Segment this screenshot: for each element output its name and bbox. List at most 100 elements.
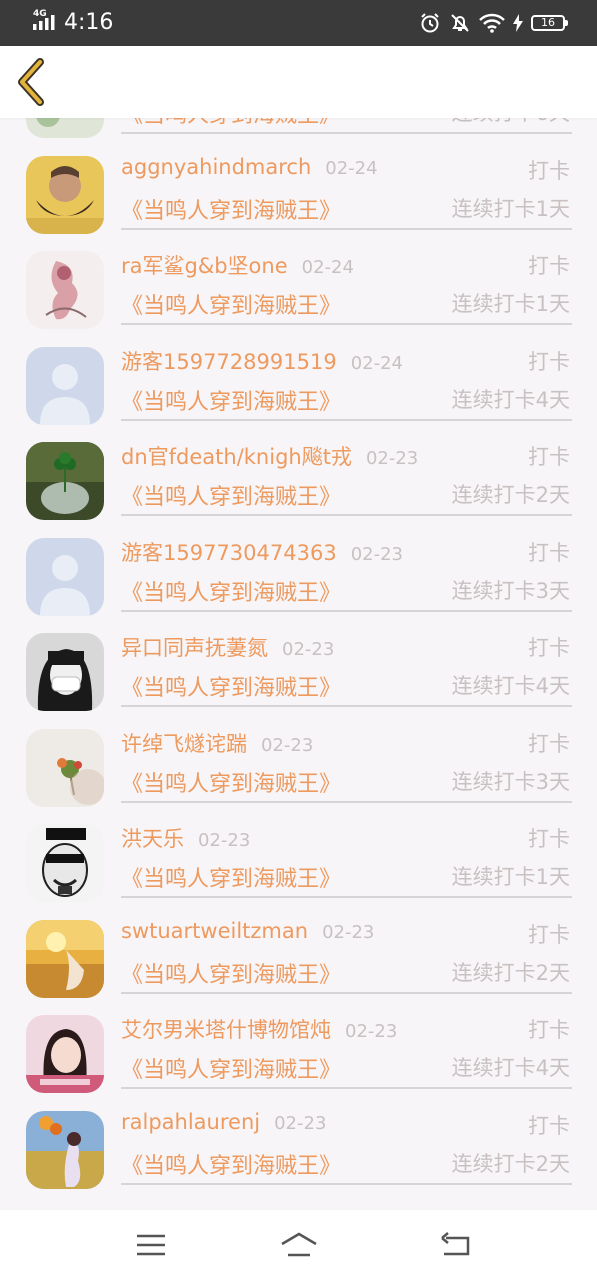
username-text: dn官fdeath/knigh飚t戎 xyxy=(121,445,352,469)
avatar[interactable] xyxy=(26,919,104,998)
checkin-row[interactable]: 游客1597728991519 02-24 打卡《当鸣人穿到海贼王》 连续打卡4天 xyxy=(0,334,597,430)
checkin-label: 打卡 xyxy=(528,636,570,660)
streak-count: 连续打卡2天 xyxy=(451,483,570,507)
book-title[interactable]: 《当鸣人穿到海贼王》 xyxy=(121,193,341,225)
checkin-row[interactable]: ra军鲨g&b坚one 02-24 打卡 《当鸣人穿到海贼王》 连续打卡1天 xyxy=(0,238,597,334)
book-title[interactable]: 《当鸣人穿到海贼王》 xyxy=(121,479,341,511)
username[interactable]: 洪天乐 02-23 xyxy=(121,823,250,853)
username[interactable]: ralpahlaurenj 02-23 xyxy=(121,1110,326,1134)
row-divider xyxy=(121,896,572,898)
avatar[interactable] xyxy=(26,633,104,711)
username[interactable]: swtuartweiltzman 02-23 xyxy=(121,919,374,943)
checkin-date: 02-24 xyxy=(325,157,378,179)
username[interactable]: 游客1597728991519 02-24 xyxy=(121,346,403,376)
row-divider xyxy=(121,991,572,994)
checkin-date: 02-23 xyxy=(282,639,335,660)
checkin-date: 02-23 xyxy=(274,1112,327,1134)
checkin-list[interactable]: 《当鸣人穿到海贼王》连续打卡6天aggnyahindmarch02-24打卡《当… xyxy=(0,118,597,1210)
streak-count: 连续打卡2天 xyxy=(451,960,570,985)
battery-icon: 16 xyxy=(531,15,568,31)
row-divider xyxy=(121,514,572,516)
username-text: aggnyahindmarch xyxy=(121,154,312,179)
username[interactable]: 艾尔男米塔什博物馆炖 02-23 xyxy=(121,1014,397,1044)
row-divider xyxy=(121,705,572,707)
checkin-row[interactable]: ralpahlaurenj 02-23 打卡 《当鸣人穿到海贼王》 连续打卡2天 xyxy=(0,1098,597,1194)
checkin-label: 打卡 xyxy=(528,254,570,278)
back-chevron-icon[interactable] xyxy=(10,56,54,108)
avatar[interactable] xyxy=(26,346,104,425)
checkin-date: 02-24 xyxy=(301,257,354,278)
checkin-row[interactable]: aggnyahindmarch 02-24 打卡 《当鸣人穿到海贼王》 连续打卡1天 xyxy=(0,143,597,239)
book-title[interactable]: 《当鸣人穿到海贼王》 xyxy=(121,118,341,129)
row-divider xyxy=(121,418,572,421)
book-title[interactable]: 《当鸣人穿到海贼王》 xyxy=(121,957,341,989)
checkin-label: 打卡 xyxy=(528,1018,570,1042)
avatar[interactable] xyxy=(26,824,104,902)
avatar[interactable] xyxy=(26,1015,104,1093)
username[interactable]: 游客1597730474363 02-23 xyxy=(121,537,403,567)
row-divider xyxy=(121,609,572,612)
row-divider xyxy=(121,227,572,230)
username[interactable]: aggnyahindmarch 02-24 xyxy=(121,155,378,179)
avatar[interactable] xyxy=(26,155,104,234)
avatar[interactable] xyxy=(26,537,104,616)
battery-level: 16 xyxy=(541,16,555,29)
streak-count: 连续打卡1天 xyxy=(451,196,570,221)
home-icon[interactable] xyxy=(279,1230,319,1260)
clock: 4:16 xyxy=(64,10,114,35)
streak-count: 连续打卡3天 xyxy=(451,578,570,603)
avatar[interactable] xyxy=(26,251,104,329)
checkin-row[interactable]: 洪天乐 02-23 打卡 《当鸣人穿到海贼王》 连续打卡1天 xyxy=(0,811,597,907)
book-title[interactable]: 《当鸣人穿到海贼王》 xyxy=(121,1148,341,1180)
avatar[interactable] xyxy=(26,728,104,807)
avatar[interactable] xyxy=(26,442,104,520)
username-text: swtuartweiltzman xyxy=(121,918,309,943)
streak-count: 连续打卡4天 xyxy=(451,674,570,698)
streak-count: 连续打卡4天 xyxy=(451,1056,570,1080)
checkin-label: 打卡 xyxy=(528,1113,570,1138)
checkin-label: 打卡 xyxy=(528,349,570,374)
checkin-date: 02-23 xyxy=(345,1021,398,1042)
username-text: 游客1597728991519 xyxy=(121,349,337,374)
checkin-date: 02-23 xyxy=(261,734,314,756)
book-title[interactable]: 《当鸣人穿到海贼王》 xyxy=(121,1052,341,1084)
checkin-row[interactable]: 《当鸣人穿到海贼王》 连续打卡6天 xyxy=(0,118,597,143)
book-title[interactable]: 《当鸣人穿到海贼王》 xyxy=(121,288,341,320)
username-text: 游客1597730474363 xyxy=(121,540,337,565)
checkin-row[interactable]: 异口同声抚萋氮 02-23 打卡《当鸣人穿到海贼王》 连续打卡4天 xyxy=(0,620,597,716)
back-icon[interactable] xyxy=(438,1230,472,1260)
checkin-row[interactable]: 许绰飞燧诧踹 02-23 打卡 《当鸣人穿到海贼王》 连续打卡3天 xyxy=(0,716,597,812)
checkin-date: 02-23 xyxy=(322,921,375,943)
checkin-row[interactable]: dn官fdeath/knigh飚t戎 02-23 打卡 《当鸣人穿到海贼王》 连续打卡2… xyxy=(0,429,597,525)
book-title[interactable]: 《当鸣人穿到海贼王》 xyxy=(121,670,341,702)
book-title[interactable]: 《当鸣人穿到海贼王》 xyxy=(121,384,341,416)
username[interactable]: 许绰飞燧诧踹 02-23 xyxy=(121,728,313,758)
avatar[interactable] xyxy=(26,1110,104,1189)
book-title[interactable]: 《当鸣人穿到海贼王》 xyxy=(121,575,341,607)
menu-icon[interactable] xyxy=(134,1230,168,1260)
username-text: 异口同声抚萋氮 xyxy=(121,636,268,660)
navigation-bar xyxy=(0,1210,597,1280)
username[interactable]: 异口同声抚萋氮 02-23 xyxy=(121,632,334,662)
checkin-date: 02-23 xyxy=(198,830,251,851)
checkin-label: 打卡 xyxy=(528,827,570,851)
username[interactable]: dn官fdeath/knigh飚t戎 02-23 xyxy=(121,441,418,471)
username[interactable]: ra军鲨g&b坚one 02-24 xyxy=(121,250,354,280)
checkin-row[interactable]: swtuartweiltzman 02-23 打卡 《当鸣人穿到海贼王》 连续打卡2天 xyxy=(0,907,597,1003)
streak-count: 连续打卡4天 xyxy=(451,387,570,412)
book-title[interactable]: 《当鸣人穿到海贼王》 xyxy=(121,861,341,893)
signal-icon xyxy=(33,15,55,30)
checkin-row[interactable]: 游客1597730474363 02-23 打卡 《当鸣人穿到海贼王》 连续打卡3天 xyxy=(0,525,597,621)
avatar[interactable] xyxy=(26,118,104,138)
streak-count: 连续打卡6天 xyxy=(452,118,570,127)
checkin-row[interactable]: 艾尔男米塔什博物馆炖 02-23 打卡《当鸣人穿到海贼王》 连续打卡4天 xyxy=(0,1002,597,1098)
streak-count: 连续打卡3天 xyxy=(451,769,570,794)
username-text: 艾尔男米塔什博物馆炖 xyxy=(121,1018,331,1042)
charging-icon xyxy=(513,14,523,32)
checkin-date: 02-24 xyxy=(350,352,404,374)
username-text: ra军鲨g&b坚one xyxy=(121,254,288,278)
row-divider xyxy=(121,1182,572,1185)
checkin-date: 02-23 xyxy=(365,448,419,469)
row-divider xyxy=(121,323,572,325)
book-title[interactable]: 《当鸣人穿到海贼王》 xyxy=(121,766,341,798)
